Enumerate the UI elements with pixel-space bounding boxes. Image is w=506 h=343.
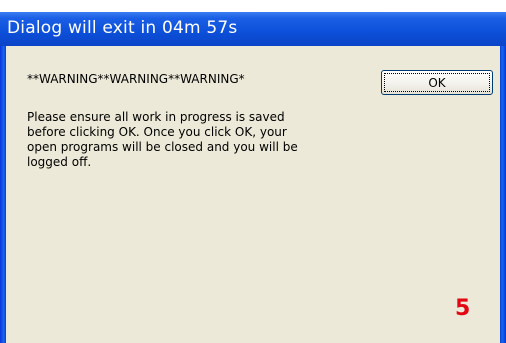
ok-button-label: OK bbox=[384, 73, 490, 92]
dialog-window: Dialog will exit in 04m 57s **WARNING**W… bbox=[0, 0, 506, 343]
ok-button[interactable]: OK bbox=[381, 70, 493, 95]
step-number-annotation: 5 bbox=[455, 296, 471, 321]
window-right-border bbox=[500, 46, 506, 343]
window-title: Dialog will exit in 04m 57s bbox=[7, 18, 238, 38]
top-background bbox=[0, 0, 506, 12]
title-bar[interactable]: Dialog will exit in 04m 57s bbox=[0, 12, 506, 46]
logoff-message: Please ensure all work in progress is sa… bbox=[27, 110, 298, 169]
warning-text: **WARNING**WARNING**WARNING* bbox=[27, 72, 245, 86]
